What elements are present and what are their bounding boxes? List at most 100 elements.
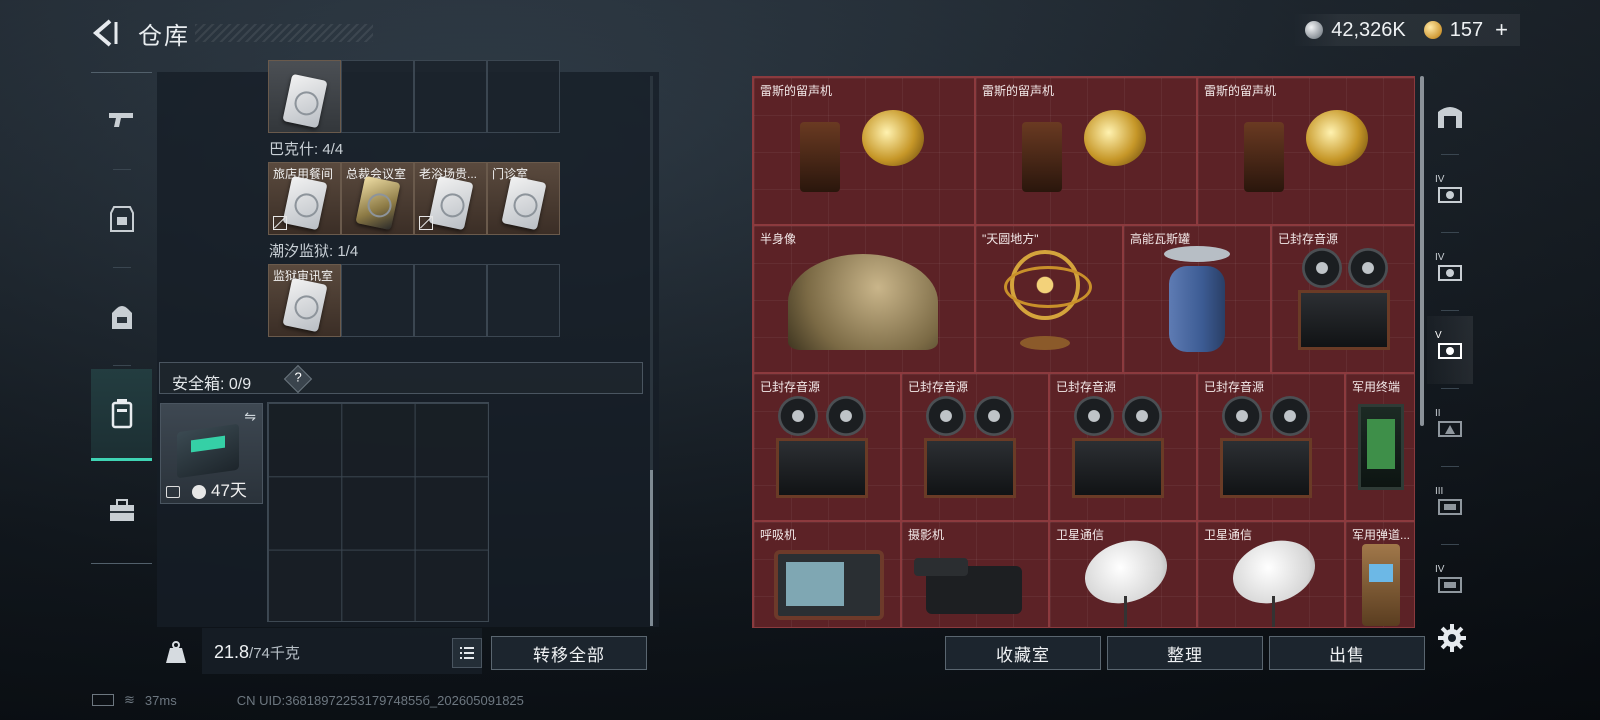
- nav-armor[interactable]: [91, 173, 152, 265]
- stash-item[interactable]: 军用弹道...: [1345, 521, 1414, 627]
- key-row-prison: 监狱审讯室: [268, 264, 560, 337]
- stash-item[interactable]: 军用终端: [1345, 373, 1414, 521]
- empty-key-slot[interactable]: [487, 60, 560, 133]
- stash-item[interactable]: 雷斯的留声机: [975, 77, 1197, 225]
- item-label: "天圆地方": [982, 232, 1039, 246]
- stash-item[interactable]: 卫星通信: [1049, 521, 1197, 627]
- item-label: 军用终端: [1352, 380, 1401, 394]
- globe-base-icon: [1020, 336, 1070, 350]
- stash-expansion-icon: [1438, 577, 1462, 593]
- stash-tab-tier4-a[interactable]: IV: [1427, 160, 1473, 228]
- stash-tab-tier5[interactable]: V: [1427, 316, 1473, 384]
- stash-tab-tier2[interactable]: II: [1427, 394, 1473, 462]
- stash-expansion-icon: [1438, 421, 1462, 437]
- keycard-icon: [282, 175, 328, 231]
- stash-tab-tier4-c[interactable]: IV: [1427, 550, 1473, 618]
- empty-key-slot[interactable]: [414, 60, 487, 133]
- title-decoration: [195, 24, 373, 42]
- organize-button[interactable]: 整理: [1107, 636, 1263, 670]
- phonograph-icon: [800, 122, 840, 192]
- dish-stand-icon: [1272, 596, 1275, 627]
- stash-grid: 雷斯的留声机 雷斯的留声机 雷斯的留声机 半身像 "天圆地方" 高能瓦斯罐 已封…: [752, 76, 1415, 628]
- stash-item[interactable]: 已封存音源: [1197, 373, 1345, 521]
- collection-room-button[interactable]: 收藏室: [945, 636, 1101, 670]
- armor-icon: [109, 206, 134, 232]
- safebox-item[interactable]: ⇋ 47天: [160, 403, 263, 504]
- tab-separator: [1441, 544, 1459, 545]
- tape-reel-icon: [778, 396, 818, 436]
- tab-separator: [1441, 466, 1459, 467]
- tape-reel-icon: [1348, 248, 1388, 288]
- add-currency-button[interactable]: +: [1495, 17, 1508, 43]
- empty-key-slot[interactable]: [487, 264, 560, 337]
- stash-item[interactable]: 已封存音源: [753, 373, 901, 521]
- stash-item[interactable]: 高能瓦斯罐: [1123, 225, 1271, 373]
- list-icon: [460, 647, 474, 659]
- nav-backpack[interactable]: [91, 271, 152, 363]
- keycard-icon: [428, 175, 474, 231]
- stash-item[interactable]: 雷斯的留声机: [1197, 77, 1414, 225]
- stash-expansion-icon: [1438, 265, 1462, 281]
- stash-tab-tier3[interactable]: III: [1427, 472, 1473, 540]
- stash-tab-main[interactable]: [1427, 82, 1473, 150]
- container-scroll-thumb[interactable]: [650, 470, 653, 626]
- item-label: 卫星通信: [1204, 528, 1253, 542]
- safebox-header: 安全箱: 0/9 ?: [159, 362, 643, 394]
- help-icon[interactable]: ?: [283, 364, 313, 394]
- key-slot[interactable]: 老浴场贵...: [414, 162, 487, 235]
- stash-item[interactable]: 已封存音源: [1271, 225, 1414, 373]
- item-label: 卫星通信: [1056, 528, 1105, 542]
- safebox-grid[interactable]: [267, 402, 489, 622]
- nav-weapons[interactable]: [91, 73, 152, 165]
- player-uid: CN UID:3681897225317974855б_202605091825: [236, 692, 524, 708]
- help-glyph: ?: [294, 369, 302, 385]
- stash-item[interactable]: 卫星通信: [1197, 521, 1345, 627]
- item-label: 军用弹道...: [1352, 528, 1411, 542]
- nav-separator: [113, 365, 131, 366]
- tape-reel-icon: [1122, 396, 1162, 436]
- key-slot[interactable]: 门诊室: [487, 162, 560, 235]
- stash-item[interactable]: 已封存音源: [1049, 373, 1197, 521]
- key-slot[interactable]: 总裁会议室: [341, 162, 414, 235]
- dish-stand-icon: [1124, 596, 1127, 627]
- key-slot[interactable]: 监狱审讯室: [268, 264, 341, 337]
- item-label: 已封存音源: [1204, 380, 1265, 394]
- tape-recorder-icon: [1298, 290, 1390, 350]
- stash-item[interactable]: 半身像: [753, 225, 975, 373]
- status-bar: ≋ 37ms CN UID:3681897225317974855б_20260…: [92, 692, 524, 708]
- tape-reel-icon: [974, 396, 1014, 436]
- tab-tier-label: IV: [1435, 252, 1445, 263]
- back-arrow-icon[interactable]: [90, 18, 120, 48]
- stash-scrollbar[interactable]: [1420, 76, 1424, 426]
- key-slot[interactable]: [268, 60, 341, 133]
- item-label: 高能瓦斯罐: [1130, 232, 1191, 246]
- stash-item[interactable]: 呼吸机: [753, 521, 901, 627]
- stash-item[interactable]: 摄影机: [901, 521, 1049, 627]
- ventilator-icon: [774, 550, 884, 620]
- empty-key-slot[interactable]: [341, 264, 414, 337]
- gear-icon[interactable]: [1436, 622, 1468, 654]
- stash-tab-tier4-b[interactable]: IV: [1427, 238, 1473, 306]
- stash-item[interactable]: 雷斯的留声机: [753, 77, 975, 225]
- case-icon: [109, 499, 134, 521]
- weight-display: 21.8/74千克: [202, 628, 482, 674]
- tape-recorder-icon: [1220, 438, 1312, 498]
- item-label: 已封存音源: [760, 380, 821, 394]
- empty-key-slot[interactable]: [341, 60, 414, 133]
- transfer-all-button[interactable]: 转移全部: [491, 636, 647, 670]
- tab-tier-label: II: [1435, 408, 1441, 419]
- key-slot[interactable]: 旅店用餐间: [268, 162, 341, 235]
- page-title: 仓库: [138, 23, 190, 50]
- weight-value: 21.8/74千克: [214, 642, 300, 663]
- stash-item[interactable]: "天圆地方": [975, 225, 1123, 373]
- key-row-bakshi: 旅店用餐间 总裁会议室 老浴场贵... 门诊室: [268, 162, 560, 235]
- list-view-button[interactable]: [452, 638, 482, 668]
- sell-button[interactable]: 出售: [1269, 636, 1425, 670]
- stash-item[interactable]: 已封存音源: [901, 373, 1049, 521]
- nav-cases[interactable]: [91, 465, 152, 557]
- nav-containers[interactable]: [91, 369, 152, 461]
- empty-key-slot[interactable]: [414, 264, 487, 337]
- swap-icon[interactable]: ⇋: [244, 408, 256, 425]
- left-category-nav: [91, 72, 152, 564]
- item-label: 半身像: [760, 232, 797, 246]
